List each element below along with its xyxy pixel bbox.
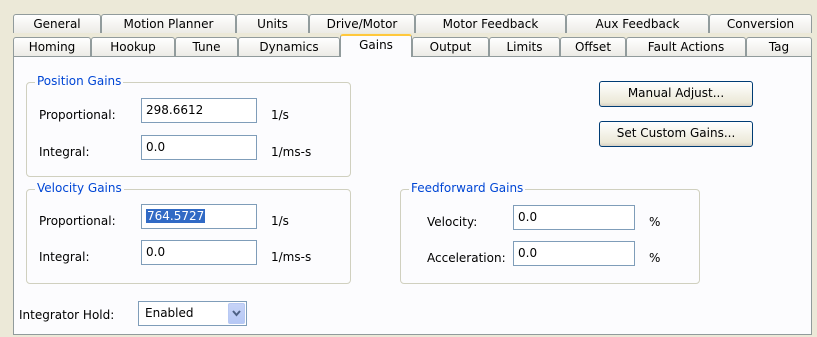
tab-label: Limits (506, 40, 543, 54)
tab-label: Tag (768, 40, 790, 54)
tab-label: Aux Feedback (595, 17, 680, 31)
position-integral-value: 0.0 (146, 140, 166, 154)
velocity-proportional-label: Proportional: (39, 214, 116, 228)
tab-label: Gains (359, 38, 393, 52)
tab-dynamics[interactable]: Dynamics (238, 37, 340, 56)
integrator-hold-select[interactable]: Enabled (138, 301, 247, 326)
tab-conversion[interactable]: Conversion (709, 14, 812, 33)
tab-motion-planner[interactable]: Motion Planner (101, 14, 236, 33)
position-integral-unit: 1/ms-s (271, 145, 312, 159)
position-proportional-unit: 1/s (271, 108, 289, 122)
feedforward-gains-legend: Feedforward Gains (409, 181, 526, 195)
tab-tune[interactable]: Tune (175, 37, 238, 56)
integrator-hold-value: Enabled (145, 306, 194, 320)
tab-label: Hookup (110, 40, 156, 54)
velocity-integral-label: Integral: (39, 250, 90, 264)
position-proportional-value: 298.6612 (146, 103, 204, 117)
tab-label: Fault Actions (647, 40, 725, 54)
feedforward-velocity-label: Velocity: (427, 215, 478, 229)
feedforward-velocity-field[interactable]: 0.0 (513, 205, 635, 230)
set-custom-gains-button[interactable]: Set Custom Gains... (599, 121, 753, 147)
velocity-proportional-unit: 1/s (271, 214, 289, 228)
tab-fault-actions[interactable]: Fault Actions (626, 37, 746, 56)
velocity-integral-unit: 1/ms-s (271, 250, 312, 264)
manual-adjust-button[interactable]: Manual Adjust... (599, 81, 753, 107)
tab-offset[interactable]: Offset (560, 37, 626, 56)
position-proportional-field[interactable]: 298.6612 (141, 98, 257, 123)
gains-tab-panel: Position Gains Proportional: 298.6612 1/… (13, 56, 812, 335)
position-gains-group: Position Gains Proportional: 298.6612 1/… (26, 74, 351, 177)
manual-adjust-label: Manual Adjust... (627, 86, 725, 100)
tab-label: Motor Feedback (442, 17, 539, 31)
feedforward-acceleration-unit: % (649, 251, 661, 265)
tab-label: Conversion (726, 17, 795, 31)
tab-motor-feedback[interactable]: Motor Feedback (415, 14, 566, 33)
velocity-integral-value: 0.0 (146, 245, 166, 259)
tab-aux-feedback[interactable]: Aux Feedback (566, 14, 709, 33)
tab-drive-motor[interactable]: Drive/Motor (309, 14, 415, 33)
feedforward-acceleration-label: Acceleration: (427, 251, 506, 265)
tab-label: Output (429, 40, 472, 54)
tab-label: General (33, 17, 81, 31)
velocity-proportional-value: 764.5727 (146, 209, 206, 223)
tab-tag[interactable]: Tag (746, 37, 812, 56)
tab-label: Offset (574, 40, 612, 54)
tab-label: Tune (192, 40, 221, 54)
feedforward-acceleration-value: 0.0 (518, 246, 538, 260)
tab-label: Dynamics (259, 40, 319, 54)
chevron-down-icon[interactable] (228, 303, 245, 324)
tab-limits[interactable]: Limits (489, 37, 560, 56)
tab-label: Drive/Motor (326, 17, 398, 31)
set-custom-gains-label: Set Custom Gains... (616, 126, 736, 140)
velocity-gains-legend: Velocity Gains (35, 181, 124, 195)
velocity-gains-group: Velocity Gains Proportional: 764.5727 1/… (26, 181, 351, 284)
tab-gains[interactable]: Gains (340, 34, 412, 57)
tab-general[interactable]: General (13, 14, 101, 33)
tab-units[interactable]: Units (236, 14, 309, 33)
tab-label: Units (257, 17, 288, 31)
position-integral-field[interactable]: 0.0 (141, 135, 257, 160)
feedforward-acceleration-field[interactable]: 0.0 (513, 241, 635, 266)
tab-hookup[interactable]: Hookup (91, 37, 175, 56)
velocity-proportional-field[interactable]: 764.5727 (141, 204, 257, 229)
chevron-down-glyph (232, 310, 241, 317)
position-integral-label: Integral: (39, 145, 90, 159)
tab-homing[interactable]: Homing (13, 37, 91, 56)
position-gains-legend: Position Gains (35, 74, 124, 88)
feedforward-gains-group: Feedforward Gains Velocity: 0.0 % Accele… (400, 181, 700, 284)
feedforward-velocity-value: 0.0 (518, 210, 538, 224)
integrator-hold-label: Integrator Hold: (19, 308, 115, 322)
feedforward-velocity-unit: % (649, 215, 661, 229)
tab-output[interactable]: Output (412, 37, 489, 56)
tab-label: Motion Planner (123, 17, 214, 31)
velocity-integral-field[interactable]: 0.0 (141, 240, 257, 265)
tab-label: Homing (28, 40, 76, 54)
position-proportional-label: Proportional: (39, 108, 116, 122)
